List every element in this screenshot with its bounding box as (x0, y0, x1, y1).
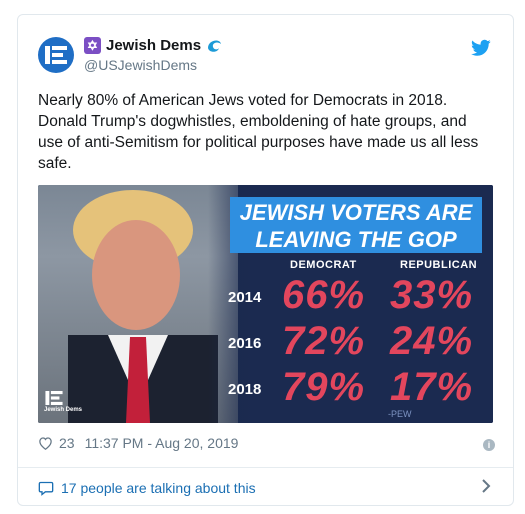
divider (18, 467, 513, 468)
like-count[interactable]: 23 (59, 435, 75, 451)
republican-value: 33% (390, 273, 474, 317)
account-handle[interactable]: @USJewishDems (84, 57, 224, 73)
speech-bubble-icon (38, 481, 54, 496)
media-headline: JEWISH VOTERS ARE LEAVING THE GOP (230, 197, 482, 253)
twitter-bird-icon[interactable] (471, 39, 491, 57)
tweet-text: Nearly 80% of American Jews voted for De… (38, 92, 479, 172)
column-republican: REPUBLICAN (400, 259, 478, 271)
column-democrat: DEMOCRAT (290, 259, 357, 271)
tweet-meta: 23 11:37 PM - Aug 20, 2019 (38, 435, 238, 451)
year-label: 2018 (228, 381, 262, 398)
info-icon[interactable]: i (483, 439, 495, 451)
headline-line-2: LEAVING THE GOP (255, 227, 457, 252)
avatar[interactable] (38, 37, 74, 73)
democrat-value: 72% (282, 319, 366, 363)
democrat-value: 79% (282, 365, 366, 409)
source-label: -PEW (388, 409, 412, 419)
star-of-david-icon: ✡ (84, 36, 101, 54)
wave-icon (207, 37, 224, 53)
tweet-media-image[interactable]: JEWISH VOTERS ARE LEAVING THE GOP DEMOCR… (38, 185, 493, 423)
tweet-card: ✡ Jewish Dems @USJewishDems Nearly 80% o… (17, 14, 514, 506)
display-name-text[interactable]: Jewish Dems (106, 37, 201, 54)
headline-line-1: JEWISH VOTERS ARE (239, 200, 473, 225)
conversation-text[interactable]: 17 people are talking about this (61, 480, 256, 496)
heart-icon[interactable] (38, 436, 53, 450)
media-logo-text: Jewish Dems (44, 407, 83, 413)
year-label: 2016 (228, 335, 262, 352)
republican-value: 17% (390, 365, 474, 409)
democrat-value: 66% (282, 273, 366, 317)
year-label: 2014 (228, 289, 262, 306)
media-logo: Jewish Dems (44, 391, 84, 419)
jewish-dems-logo-icon (45, 46, 67, 64)
display-name[interactable]: ✡ Jewish Dems (84, 36, 224, 54)
tweet-header: ✡ Jewish Dems @USJewishDems (38, 33, 495, 83)
conversation-link[interactable]: 17 people are talking about this (38, 480, 256, 496)
jewish-dems-logo-icon (45, 391, 63, 405)
chevron-right-icon[interactable] (481, 478, 491, 494)
republican-value: 24% (390, 319, 474, 363)
timestamp[interactable]: 11:37 PM - Aug 20, 2019 (85, 435, 239, 451)
